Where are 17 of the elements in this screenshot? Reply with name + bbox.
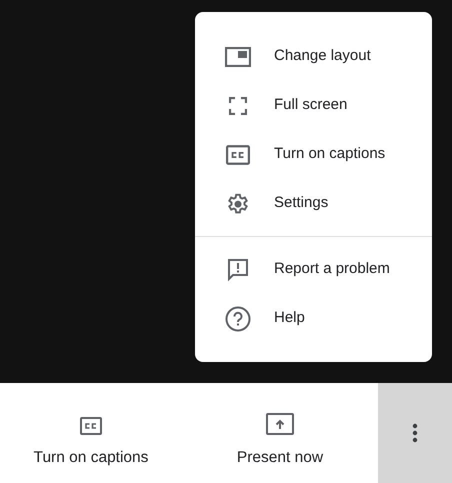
present-icon [266, 413, 294, 435]
layout-icon [225, 46, 251, 66]
menu-item[interactable]: Turn on captions [274, 143, 386, 166]
menu-item[interactable]: Report a problem [274, 258, 390, 281]
menu-item[interactable]: Settings [274, 192, 328, 215]
menu-item[interactable]: Full screen [274, 94, 348, 117]
menu-item[interactable]: Change layout [274, 45, 371, 68]
captions-icon [226, 144, 250, 164]
help-icon [225, 306, 251, 332]
present-button[interactable]: Present now [182, 383, 378, 483]
more-options-button[interactable] [378, 383, 452, 483]
menu-item[interactable]: Help [274, 307, 305, 330]
fullscreen-icon [229, 96, 247, 114]
captions-icon [80, 417, 102, 435]
feedback-icon [226, 258, 250, 282]
more-icon [412, 423, 418, 443]
captions-button[interactable]: Turn on captions [0, 383, 182, 483]
